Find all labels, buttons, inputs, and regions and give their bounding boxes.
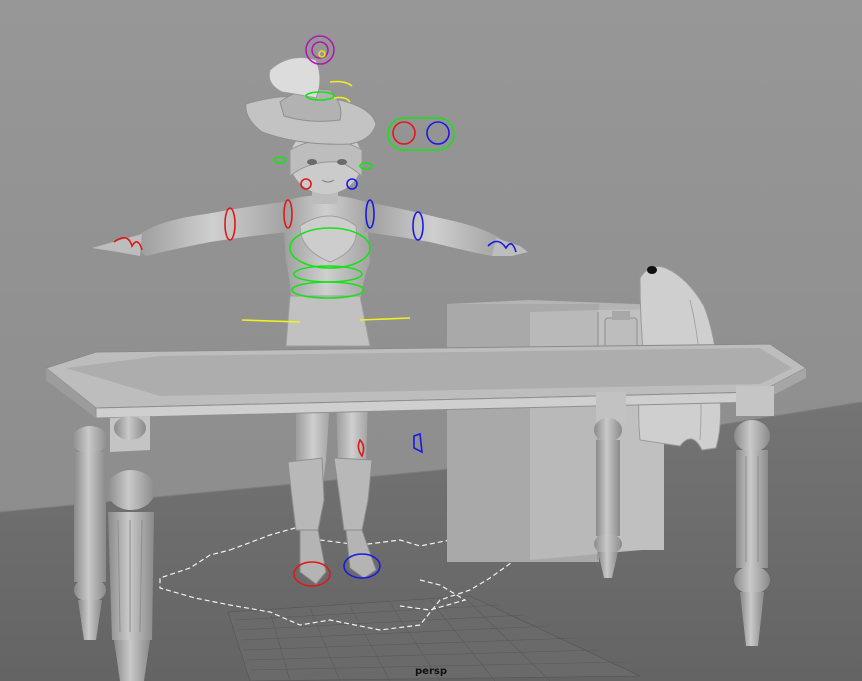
camera-name-label: persp (415, 666, 447, 677)
scene-3d-render[interactable] (0, 0, 862, 681)
maya-perspective-viewport[interactable]: persp (0, 0, 862, 681)
